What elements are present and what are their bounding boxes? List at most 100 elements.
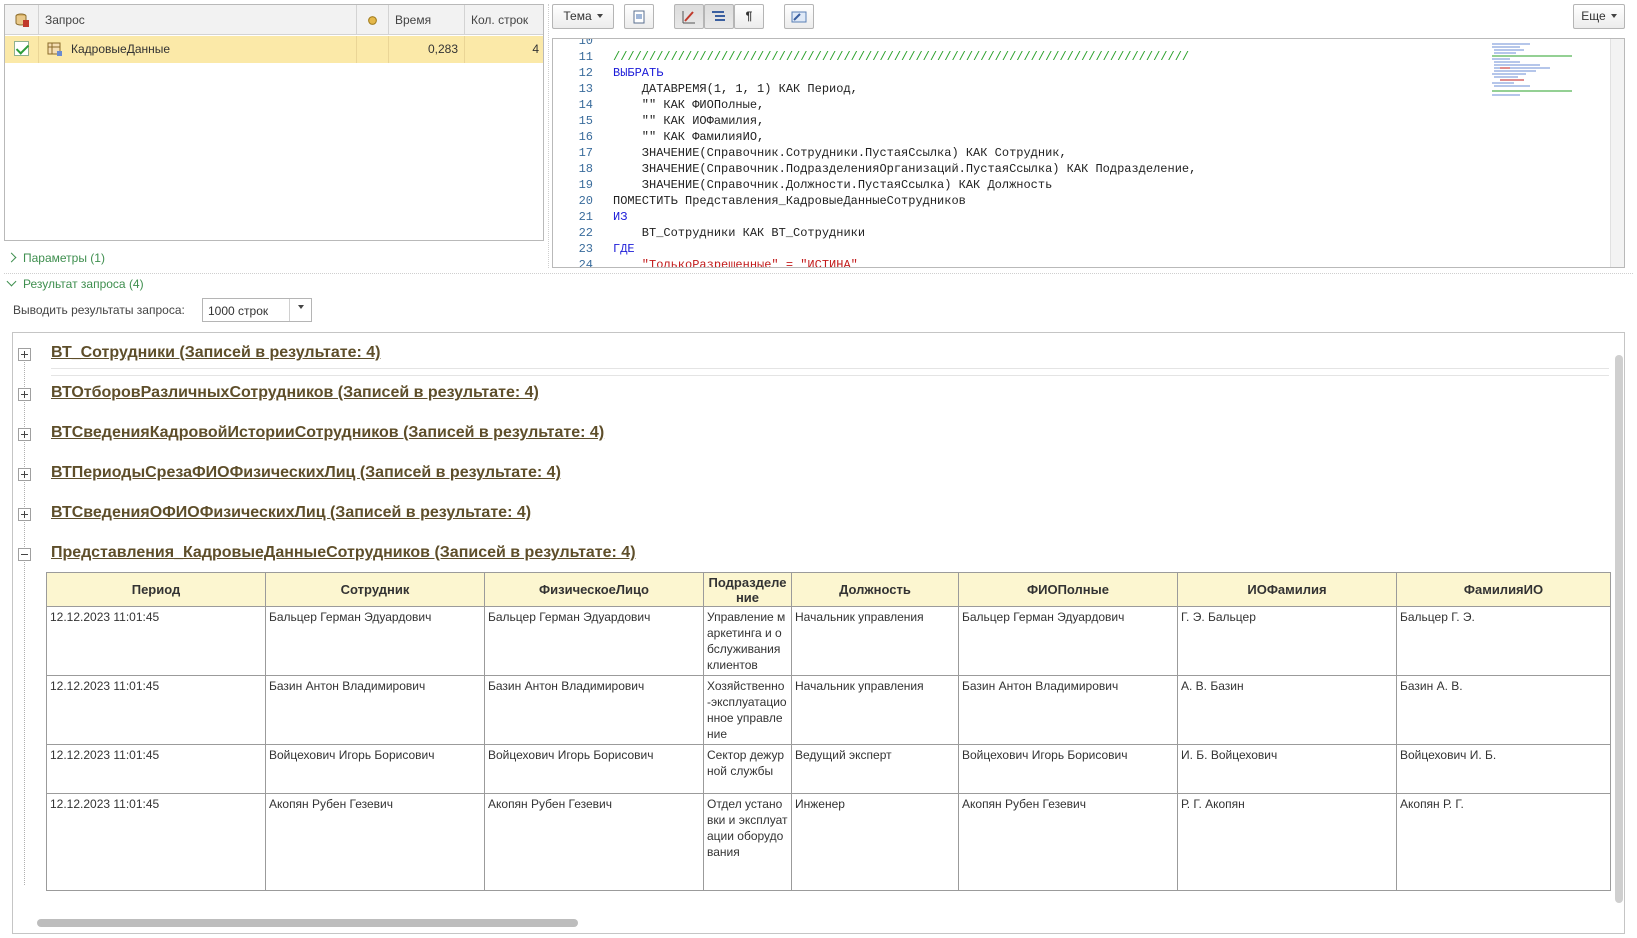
pencil-chart-icon xyxy=(682,11,695,24)
table-cell: Войцехович Игорь Борисович xyxy=(958,744,1178,794)
code-line: 22 ВТ_Сотрудники КАК ВТ_Сотрудники xyxy=(578,226,866,240)
table-cell: Базин Антон Владимирович xyxy=(265,675,485,745)
table-row[interactable]: 12.12.2023 11:01:45 Бальцер Герман Эдуар… xyxy=(46,606,1611,676)
column-header-position[interactable]: Должность xyxy=(791,572,959,607)
more-label: Еще xyxy=(1581,9,1606,23)
query-list-icon-header[interactable] xyxy=(5,5,39,35)
column-header-query[interactable]: Запрос xyxy=(39,5,357,35)
result-table-title[interactable]: ВТСведенияКадровойИсторииСотрудников (За… xyxy=(51,424,604,442)
results-horizontal-scrollbar[interactable] xyxy=(37,919,578,927)
table-cell: Отдел установки и эксплуатации оборудова… xyxy=(703,793,792,891)
result-table-title[interactable]: ВТСведенияОФИОФизическихЛиц (Записей в р… xyxy=(51,504,531,522)
result-section-label: Результат запроса (4) xyxy=(23,277,144,291)
result-limit-value: 1000 строк xyxy=(208,304,269,318)
query-status-cell xyxy=(357,36,389,63)
query-text-editor[interactable]: 10 11///////////////////////////////////… xyxy=(552,38,1625,268)
code-line: 10 xyxy=(578,38,593,48)
params-section-toggle[interactable]: Параметры (1) xyxy=(6,251,105,265)
table-cell: Войцехович Игорь Борисович xyxy=(484,744,704,794)
table-cell: Акопян Р. Г. xyxy=(1396,793,1611,891)
table-cell: Бальцер Г. Э. xyxy=(1396,606,1611,676)
table-cell: Войцехович И. Б. xyxy=(1396,744,1611,794)
query-row[interactable]: КадровыеДанные 0,283 4 xyxy=(5,36,543,63)
column-header-full-name[interactable]: ФИОПолные xyxy=(958,572,1178,607)
table-cell: 12.12.2023 11:01:45 xyxy=(46,675,266,745)
query-table-icon xyxy=(47,42,62,56)
code-line: 18 ЗНАЧЕНИЕ(Справочник.ПодразделенияОрга… xyxy=(578,162,1197,176)
column-header-department[interactable]: Подразделение xyxy=(703,572,792,607)
horizontal-splitter[interactable] xyxy=(4,273,1633,274)
table-cell: Начальник управления xyxy=(791,606,959,676)
table-cell: Р. Г. Акопян xyxy=(1177,793,1397,891)
code-line: 14 "" КАК ФИОПолные, xyxy=(578,98,765,112)
column-header-status[interactable] xyxy=(357,5,389,35)
editor-vertical-scrollbar[interactable] xyxy=(1610,39,1624,267)
table-cell: Акопян Рубен Гезевич xyxy=(484,793,704,891)
column-header-surname-initials[interactable]: ФамилияИО xyxy=(1396,572,1611,607)
query-name-cell[interactable]: КадровыеДанные xyxy=(39,36,357,63)
query-checkbox-cell[interactable] xyxy=(5,36,39,63)
query-name: КадровыеДанные xyxy=(71,42,171,56)
table-cell: Бальцер Герман Эдуардович xyxy=(958,606,1178,676)
results-vertical-scrollbar[interactable] xyxy=(1615,355,1623,903)
code-line: 24 "ТолькоРазрешенные" = "ИСТИНА" xyxy=(578,258,858,268)
table-cell: Инженер xyxy=(791,793,959,891)
table-cell: 12.12.2023 11:01:45 xyxy=(46,606,266,676)
expand-icon[interactable] xyxy=(18,428,31,441)
column-header-rows[interactable]: Кол. строк xyxy=(465,5,545,35)
result-table-title[interactable]: ВТОтборовРазличныхСотрудников (Записей в… xyxy=(51,384,539,402)
result-table-title[interactable]: ВТПериодыСрезаФИОФизическихЛиц (Записей … xyxy=(51,464,561,482)
limit-dropdown-button[interactable] xyxy=(289,299,311,321)
more-dropdown[interactable]: Еще xyxy=(1573,4,1625,29)
query-builder-button[interactable] xyxy=(784,4,814,29)
indent-icon xyxy=(712,11,725,21)
query-results-panel[interactable]: ВТ_Сотрудники (Записей в результате: 4) … xyxy=(12,332,1625,934)
show-whitespace-button[interactable]: ¶ xyxy=(734,4,764,29)
result-table: Период Сотрудник ФизическоеЛицо Подразде… xyxy=(46,572,1611,891)
column-header-employee[interactable]: Сотрудник xyxy=(265,572,485,607)
result-table-title[interactable]: ВТ_Сотрудники (Записей в результате: 4) xyxy=(51,344,380,362)
format-button[interactable] xyxy=(624,4,654,29)
result-table-title[interactable]: Представления_КадровыеДанныеСотрудников … xyxy=(51,544,636,562)
result-section-toggle[interactable]: Результат запроса (4) xyxy=(6,276,144,291)
vertical-splitter[interactable] xyxy=(548,4,549,268)
query-list: Запрос Время Кол. строк КадровыеДанные 0… xyxy=(4,4,544,241)
caret-down-icon xyxy=(596,14,603,18)
theme-dropdown[interactable]: Тема xyxy=(552,4,614,29)
table-cell: Начальник управления xyxy=(791,675,959,745)
expand-icon[interactable] xyxy=(18,468,31,481)
expand-icon[interactable] xyxy=(18,348,31,361)
limit-label: Выводить результаты запроса: xyxy=(13,303,185,317)
table-cell: Войцехович Игорь Борисович xyxy=(265,744,485,794)
caret-down-icon xyxy=(1610,14,1617,18)
table-cell: 12.12.2023 11:01:45 xyxy=(46,793,266,891)
column-header-time[interactable]: Время xyxy=(389,5,465,35)
query-checkbox[interactable] xyxy=(14,41,29,56)
table-row[interactable]: 12.12.2023 11:01:45 Базин Антон Владимир… xyxy=(46,675,1611,745)
table-row[interactable]: 12.12.2023 11:01:45 Акопян Рубен Гезевич… xyxy=(46,793,1611,891)
collapse-icon[interactable] xyxy=(18,548,31,561)
caret-down-icon xyxy=(297,305,304,309)
separator xyxy=(51,368,1609,369)
table-cell: А. В. Базин xyxy=(1177,675,1397,745)
expand-icon[interactable] xyxy=(18,388,31,401)
highlight-syntax-button[interactable] xyxy=(674,4,704,29)
column-header-period[interactable]: Период xyxy=(46,572,266,607)
outline-button[interactable] xyxy=(704,4,734,29)
document-icon xyxy=(633,10,645,24)
pilcrow-icon: ¶ xyxy=(745,9,753,23)
code-line: 11//////////////////////////////////////… xyxy=(578,50,1190,64)
column-header-initials-surname[interactable]: ИОФамилия xyxy=(1177,572,1397,607)
table-cell: Сектор дежурной службы xyxy=(703,744,792,794)
table-cell: Акопян Рубен Гезевич xyxy=(265,793,485,891)
table-cell: Базин Антон Владимирович xyxy=(958,675,1178,745)
code-minimap[interactable] xyxy=(1490,41,1574,101)
result-limit-select[interactable]: 1000 строк xyxy=(202,298,312,322)
table-cell: Бальцер Герман Эдуардович xyxy=(484,606,704,676)
table-cell: Бальцер Герман Эдуардович xyxy=(265,606,485,676)
department-header-label: Подразделение xyxy=(708,574,787,605)
table-cell: Ведущий эксперт xyxy=(791,744,959,794)
column-header-person[interactable]: ФизическоеЛицо xyxy=(484,572,704,607)
expand-icon[interactable] xyxy=(18,508,31,521)
table-row[interactable]: 12.12.2023 11:01:45 Войцехович Игорь Бор… xyxy=(46,744,1611,794)
